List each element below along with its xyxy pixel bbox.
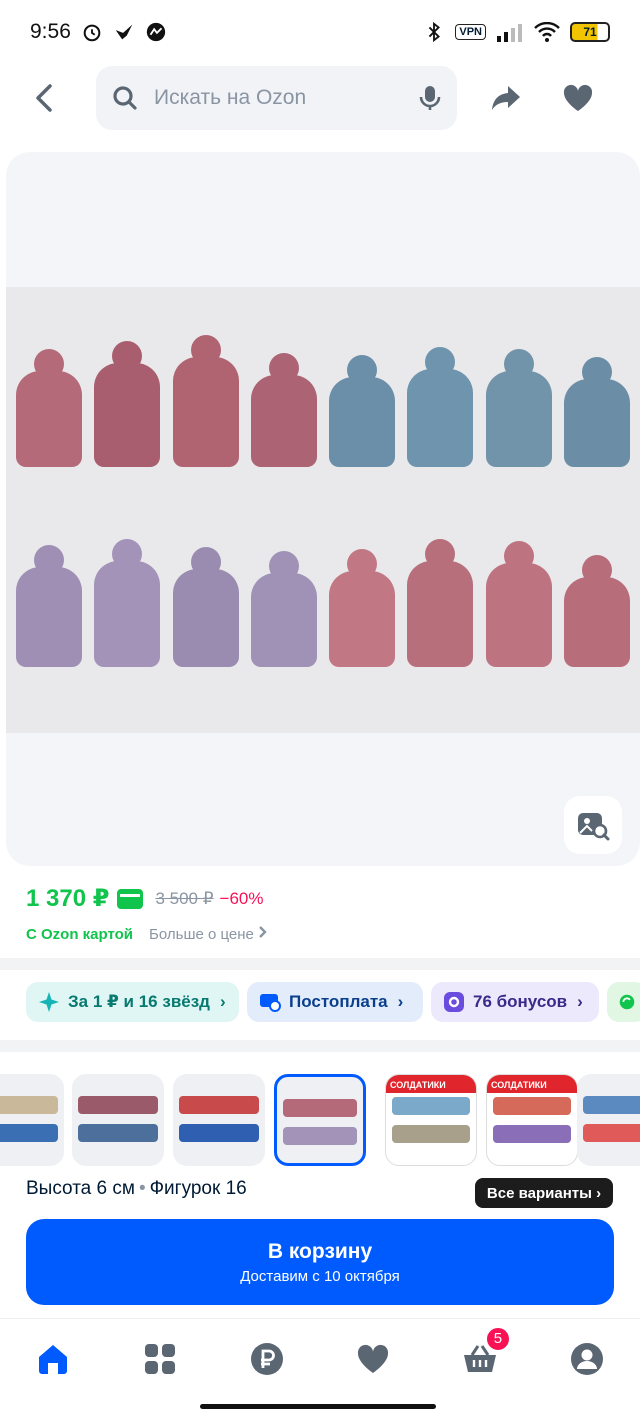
status-bar: 9:56 VPN 71 [0, 0, 640, 64]
nav-profile[interactable] [562, 1334, 612, 1384]
attr-count: Фигурок 16 [149, 1178, 247, 1199]
chip-postpay[interactable]: Постоплата › [247, 982, 423, 1022]
battery-indicator: 71 [570, 22, 610, 42]
variant-thumb[interactable] [0, 1074, 64, 1166]
section-divider [0, 1040, 640, 1052]
bird-icon [115, 24, 133, 40]
variant-thumb[interactable] [173, 1074, 265, 1166]
variant-thumb[interactable]: СОЛДАТИКИ [486, 1074, 578, 1166]
microphone-icon[interactable] [419, 84, 441, 112]
nav-finance[interactable] [242, 1334, 292, 1384]
price-ozon-card: 1 370 ₽ [26, 885, 110, 912]
search-placeholder: Искать на Ozon [154, 86, 307, 109]
discount-badge: −60% [219, 888, 264, 908]
wifi-icon [534, 22, 560, 42]
visual-search-button[interactable] [564, 796, 622, 854]
nav-favorites[interactable] [348, 1334, 398, 1384]
more-about-price-link[interactable]: Больше о цене [149, 925, 268, 943]
variant-attributes: Высота 6 см • Фигурок 16 [26, 1178, 247, 1199]
share-icon [492, 86, 520, 110]
home-indicator[interactable] [200, 1404, 436, 1409]
nav-catalog[interactable] [135, 1334, 185, 1384]
add-to-cart-label: В корзину [267, 1239, 373, 1263]
chevron-right-icon [259, 926, 267, 938]
figure-row-bottom [16, 527, 630, 667]
status-time: 9:56 [30, 20, 71, 43]
image-search-icon [578, 813, 610, 841]
variant-thumbnails[interactable]: СОЛДАТИКИ СОЛДАТИКИ [0, 1074, 640, 1166]
bottom-navigation: 5 [0, 1318, 640, 1398]
section-divider [0, 958, 640, 970]
heart-icon [358, 1344, 389, 1373]
cart-count-badge: 5 [484, 1325, 511, 1352]
variant-thumb[interactable] [72, 1074, 164, 1166]
grid-icon [144, 1343, 175, 1374]
figure-row-top [16, 327, 630, 467]
nav-home[interactable] [28, 1334, 78, 1384]
favorite-button[interactable] [558, 78, 598, 118]
sparkle-icon [39, 992, 59, 1012]
card-clock-icon [260, 994, 281, 1012]
chip-more[interactable] [607, 982, 640, 1022]
variant-thumb[interactable]: СОЛДАТИКИ [385, 1074, 477, 1166]
search-icon [113, 86, 137, 110]
ruble-icon [250, 1342, 283, 1375]
chevron-left-icon [36, 84, 52, 112]
price-subline: С Ozon картой Больше о цене [26, 925, 268, 943]
all-variants-button[interactable]: Все варианты › [475, 1178, 613, 1208]
vpn-indicator: VPN [455, 24, 486, 40]
add-to-cart-button[interactable]: В корзину Доставим с 10 октября [26, 1219, 614, 1305]
benefit-chips: За 1 ₽ и 16 звёзд › Постоплата › 76 бонусо… [26, 982, 640, 1022]
bluetooth-icon [429, 21, 441, 43]
price-row: 1 370 ₽ 3 500 ₽ −60% [26, 884, 263, 913]
refresh-icon [619, 994, 635, 1010]
nav-cart[interactable]: 5 [455, 1325, 511, 1384]
share-button[interactable] [486, 78, 526, 118]
top-bar: Искать на Ozon [0, 64, 640, 132]
chip-stars[interactable]: За 1 ₽ и 16 звёзд › [26, 982, 239, 1022]
ozon-card-label: С Ozon картой [26, 925, 134, 943]
heart-icon [563, 84, 593, 111]
chip-bonuses[interactable]: 76 бонусов › [431, 982, 599, 1022]
home-icon [39, 1344, 68, 1374]
attr-height: Высота 6 см [26, 1178, 135, 1199]
old-price: 3 500 ₽ [155, 888, 214, 908]
back-button[interactable] [24, 78, 64, 118]
variant-thumb-selected[interactable] [274, 1074, 366, 1166]
variant-thumb[interactable] [577, 1074, 640, 1166]
bonus-icon [444, 992, 464, 1012]
profile-icon [570, 1342, 603, 1375]
signal-icon [497, 24, 522, 42]
search-input[interactable]: Искать на Ozon [96, 66, 457, 130]
product-gallery[interactable] [6, 152, 640, 866]
app-notification-icon [146, 22, 166, 42]
product-photo[interactable] [6, 287, 640, 733]
delivery-date: Доставим с 10 октября [240, 1267, 400, 1285]
alarm-icon [83, 24, 101, 42]
card-icon [117, 888, 144, 909]
